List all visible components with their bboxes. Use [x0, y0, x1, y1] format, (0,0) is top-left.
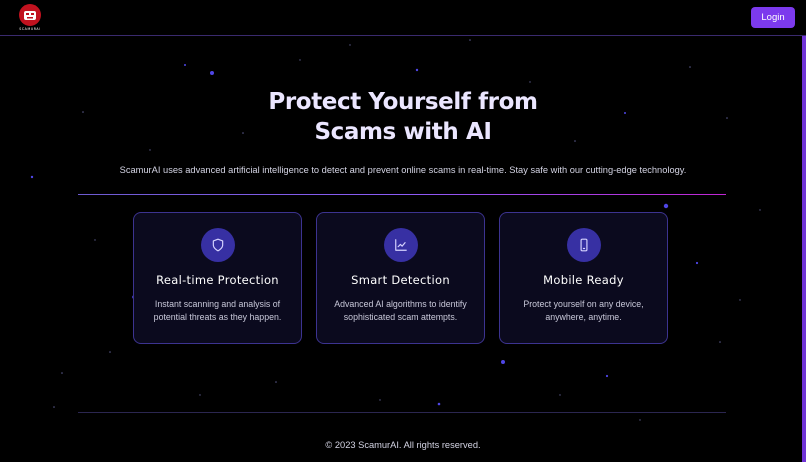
- chart-icon: [394, 239, 407, 251]
- feature-card-realtime-protection: Real-time Protection Instant scanning an…: [133, 212, 302, 344]
- feature-title: Mobile Ready: [543, 273, 624, 287]
- hero-title: Protect Yourself from Scams with AI: [0, 87, 806, 147]
- feature-description-line: Protect yourself on any device,: [523, 299, 644, 309]
- hero-subtitle: ScamurAI uses advanced artificial intell…: [119, 165, 687, 175]
- feature-title: Smart Detection: [351, 273, 450, 287]
- feature-description-line: potential threats as they happen.: [153, 312, 282, 322]
- scamurai-logo[interactable]: SCAMURAI: [15, 3, 45, 31]
- feature-icon-container: [200, 228, 235, 262]
- feature-description-line: Advanced AI algorithms to identify: [334, 299, 467, 309]
- shield-icon: [212, 238, 223, 252]
- feature-description: Protect yourself on any device, anywhere…: [506, 298, 661, 324]
- feature-description: Instant scanning and analysis of potenti…: [140, 298, 295, 324]
- footer-copyright: © 2023 ScamurAI. All rights reserved.: [325, 440, 481, 450]
- feature-description: Advanced AI algorithms to identify sophi…: [323, 298, 478, 324]
- feature-title: Real-time Protection: [156, 273, 279, 287]
- feature-icon-container: [383, 228, 418, 262]
- footer-divider: [78, 412, 726, 413]
- hero-title-line1: Protect Yourself from: [268, 89, 538, 115]
- feature-icon-container: [566, 228, 601, 262]
- login-button[interactable]: Login: [751, 7, 795, 28]
- hero-title-line2: Scams with AI: [314, 119, 492, 145]
- feature-description-line: Instant scanning and analysis of: [154, 299, 281, 309]
- feature-card-mobile-ready: Mobile Ready Protect yourself on any dev…: [499, 212, 668, 344]
- svg-text:SCAMURAI: SCAMURAI: [19, 27, 41, 31]
- smartphone-icon: [580, 238, 587, 252]
- feature-card-smart-detection: Smart Detection Advanced AI algorithms t…: [316, 212, 485, 344]
- navbar: SCAMURAI Login: [0, 0, 806, 36]
- feature-description-line: anywhere, anytime.: [545, 312, 622, 322]
- feature-description-line: sophisticated scam attempts.: [343, 312, 458, 322]
- hero-divider: [78, 194, 726, 195]
